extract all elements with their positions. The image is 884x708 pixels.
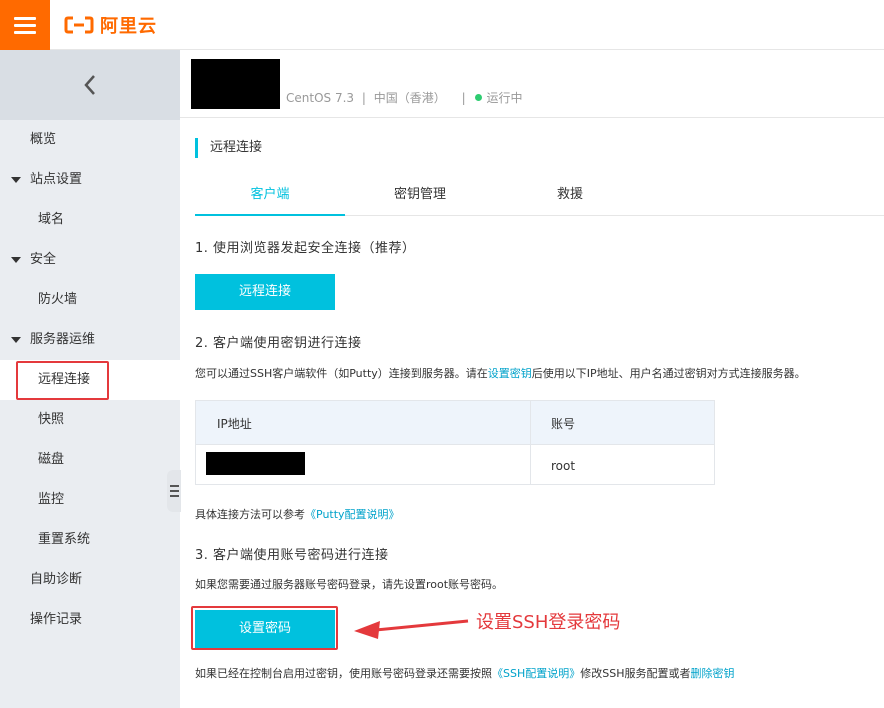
instance-status: 运行中 — [486, 91, 523, 105]
caret-down-icon — [11, 337, 21, 343]
column-divider — [530, 401, 531, 484]
sidebar-item-label: 重置系统 — [38, 532, 91, 547]
remote-connect-button[interactable]: 远程连接 — [195, 274, 335, 310]
top-bar: 阿里云 — [0, 0, 884, 50]
sidebar-item-site-settings[interactable]: 站点设置 — [0, 160, 180, 200]
sidebar-item-disk[interactable]: 磁盘 — [0, 440, 180, 480]
aliyun-logo-icon — [64, 16, 94, 34]
delete-key-link[interactable]: 删除密钥 — [691, 667, 735, 680]
highlight-annotation-sidebar — [16, 361, 109, 400]
column-header-account: 账号 — [551, 417, 576, 431]
reference-text: 具体连接方法可以参考 — [195, 508, 305, 521]
note-text: 修改SSH服务配置或者 — [580, 667, 691, 680]
step3-description: 如果您需要通过服务器账号密码登录，请先设置root账号密码。 — [195, 578, 504, 591]
sidebar-item-firewall[interactable]: 防火墙 — [0, 280, 180, 320]
redacted-ip-address — [206, 452, 305, 475]
step2-title: 2. 客户端使用密钥进行连接 — [195, 336, 362, 351]
sidebar-item-server-ops[interactable]: 服务器运维 — [0, 320, 180, 360]
tab-key-management[interactable]: 密钥管理 — [345, 176, 495, 216]
brand-name: 阿里云 — [100, 16, 157, 37]
sidebar-item-operation-log[interactable]: 操作记录 — [0, 600, 180, 640]
sidebar-item-label: 自助诊断 — [30, 572, 83, 587]
step2-desc-text: 您可以通过SSH客户端软件（如Putty）连接到服务器。请在 — [195, 367, 488, 380]
putty-guide-link[interactable]: 《Putty配置说明》 — [305, 508, 400, 521]
sidebar-item-label: 快照 — [38, 412, 65, 427]
sidebar-item-security[interactable]: 安全 — [0, 240, 180, 280]
caret-down-icon — [11, 177, 21, 183]
caret-down-icon — [11, 257, 21, 263]
sidebar-item-label: 站点设置 — [30, 172, 83, 187]
separator: | — [361, 91, 366, 105]
sidebar-item-reset-system[interactable]: 重置系统 — [0, 520, 180, 560]
instance-meta: CentOS 7.3 | 中国（香港） | 运行中 — [286, 89, 522, 106]
tab-rescue[interactable]: 救援 — [495, 176, 645, 216]
ssh-config-guide-link[interactable]: 《SSH配置说明》 — [492, 667, 580, 680]
sidebar-item-label: 概览 — [30, 132, 57, 147]
separator: | — [461, 91, 466, 105]
sidebar-item-self-diagnosis[interactable]: 自助诊断 — [0, 560, 180, 600]
redacted-instance-name — [191, 59, 280, 109]
sidebar-toggle-handle[interactable] — [167, 470, 181, 512]
sidebar-item-label: 监控 — [38, 492, 65, 507]
sidebar-item-label: 域名 — [38, 212, 65, 227]
sidebar-item-snapshot[interactable]: 快照 — [0, 400, 180, 440]
step2-description: 您可以通过SSH客户端软件（如Putty）连接到服务器。请在设置密钥后使用以下I… — [195, 365, 806, 381]
sidebar-item-overview[interactable]: 概览 — [0, 120, 180, 160]
arrow-left-icon — [354, 619, 469, 639]
table-header — [196, 401, 714, 445]
section-title: 远程连接 — [195, 138, 262, 158]
note-text: 如果已经在控制台启用过密钥，使用账号密码登录还需要按照 — [195, 667, 492, 680]
sidebar-item-monitor[interactable]: 监控 — [0, 480, 180, 520]
annotation-label: 设置SSH登录密码 — [476, 612, 621, 633]
step1-title: 1. 使用浏览器发起安全连接（推荐） — [195, 241, 416, 256]
account-value: root — [551, 459, 576, 473]
chevron-left-icon — [84, 75, 95, 95]
sidebar-item-domain[interactable]: 域名 — [0, 200, 180, 240]
set-key-link[interactable]: 设置密钥 — [488, 367, 532, 380]
putty-reference: 具体连接方法可以参考《Putty配置说明》 — [195, 506, 400, 522]
menu-icon[interactable] — [0, 0, 50, 50]
tab-bar: 客户端 密钥管理 救援 — [195, 176, 884, 216]
aliyun-logo[interactable]: 阿里云 — [64, 12, 157, 38]
collapse-sidebar-button[interactable] — [0, 50, 180, 120]
instance-region: 中国（香港） — [373, 91, 446, 105]
step2-desc-text: 后使用以下IP地址、用户名通过密钥对方式连接服务器。 — [531, 367, 806, 380]
sidebar-item-label: 操作记录 — [30, 612, 83, 627]
status-dot-icon — [475, 94, 483, 101]
sidebar-item-label: 防火墙 — [38, 292, 78, 307]
ssh-config-note: 如果已经在控制台启用过密钥，使用账号密码登录还需要按照《SSH配置说明》修改SS… — [195, 665, 735, 681]
step3-title: 3. 客户端使用账号密码进行连接 — [195, 548, 389, 563]
sidebar-item-label: 服务器运维 — [30, 332, 96, 347]
tab-client[interactable]: 客户端 — [195, 176, 345, 216]
instance-header: CentOS 7.3 | 中国（香港） | 运行中 — [180, 50, 884, 118]
highlight-annotation-button — [191, 606, 338, 650]
sidebar-item-label: 磁盘 — [38, 452, 65, 467]
connection-info-table: IP地址 账号 root — [195, 400, 715, 485]
instance-os: CentOS 7.3 — [286, 91, 355, 105]
sidebar-item-label: 安全 — [30, 252, 57, 267]
column-header-ip: IP地址 — [217, 417, 252, 431]
